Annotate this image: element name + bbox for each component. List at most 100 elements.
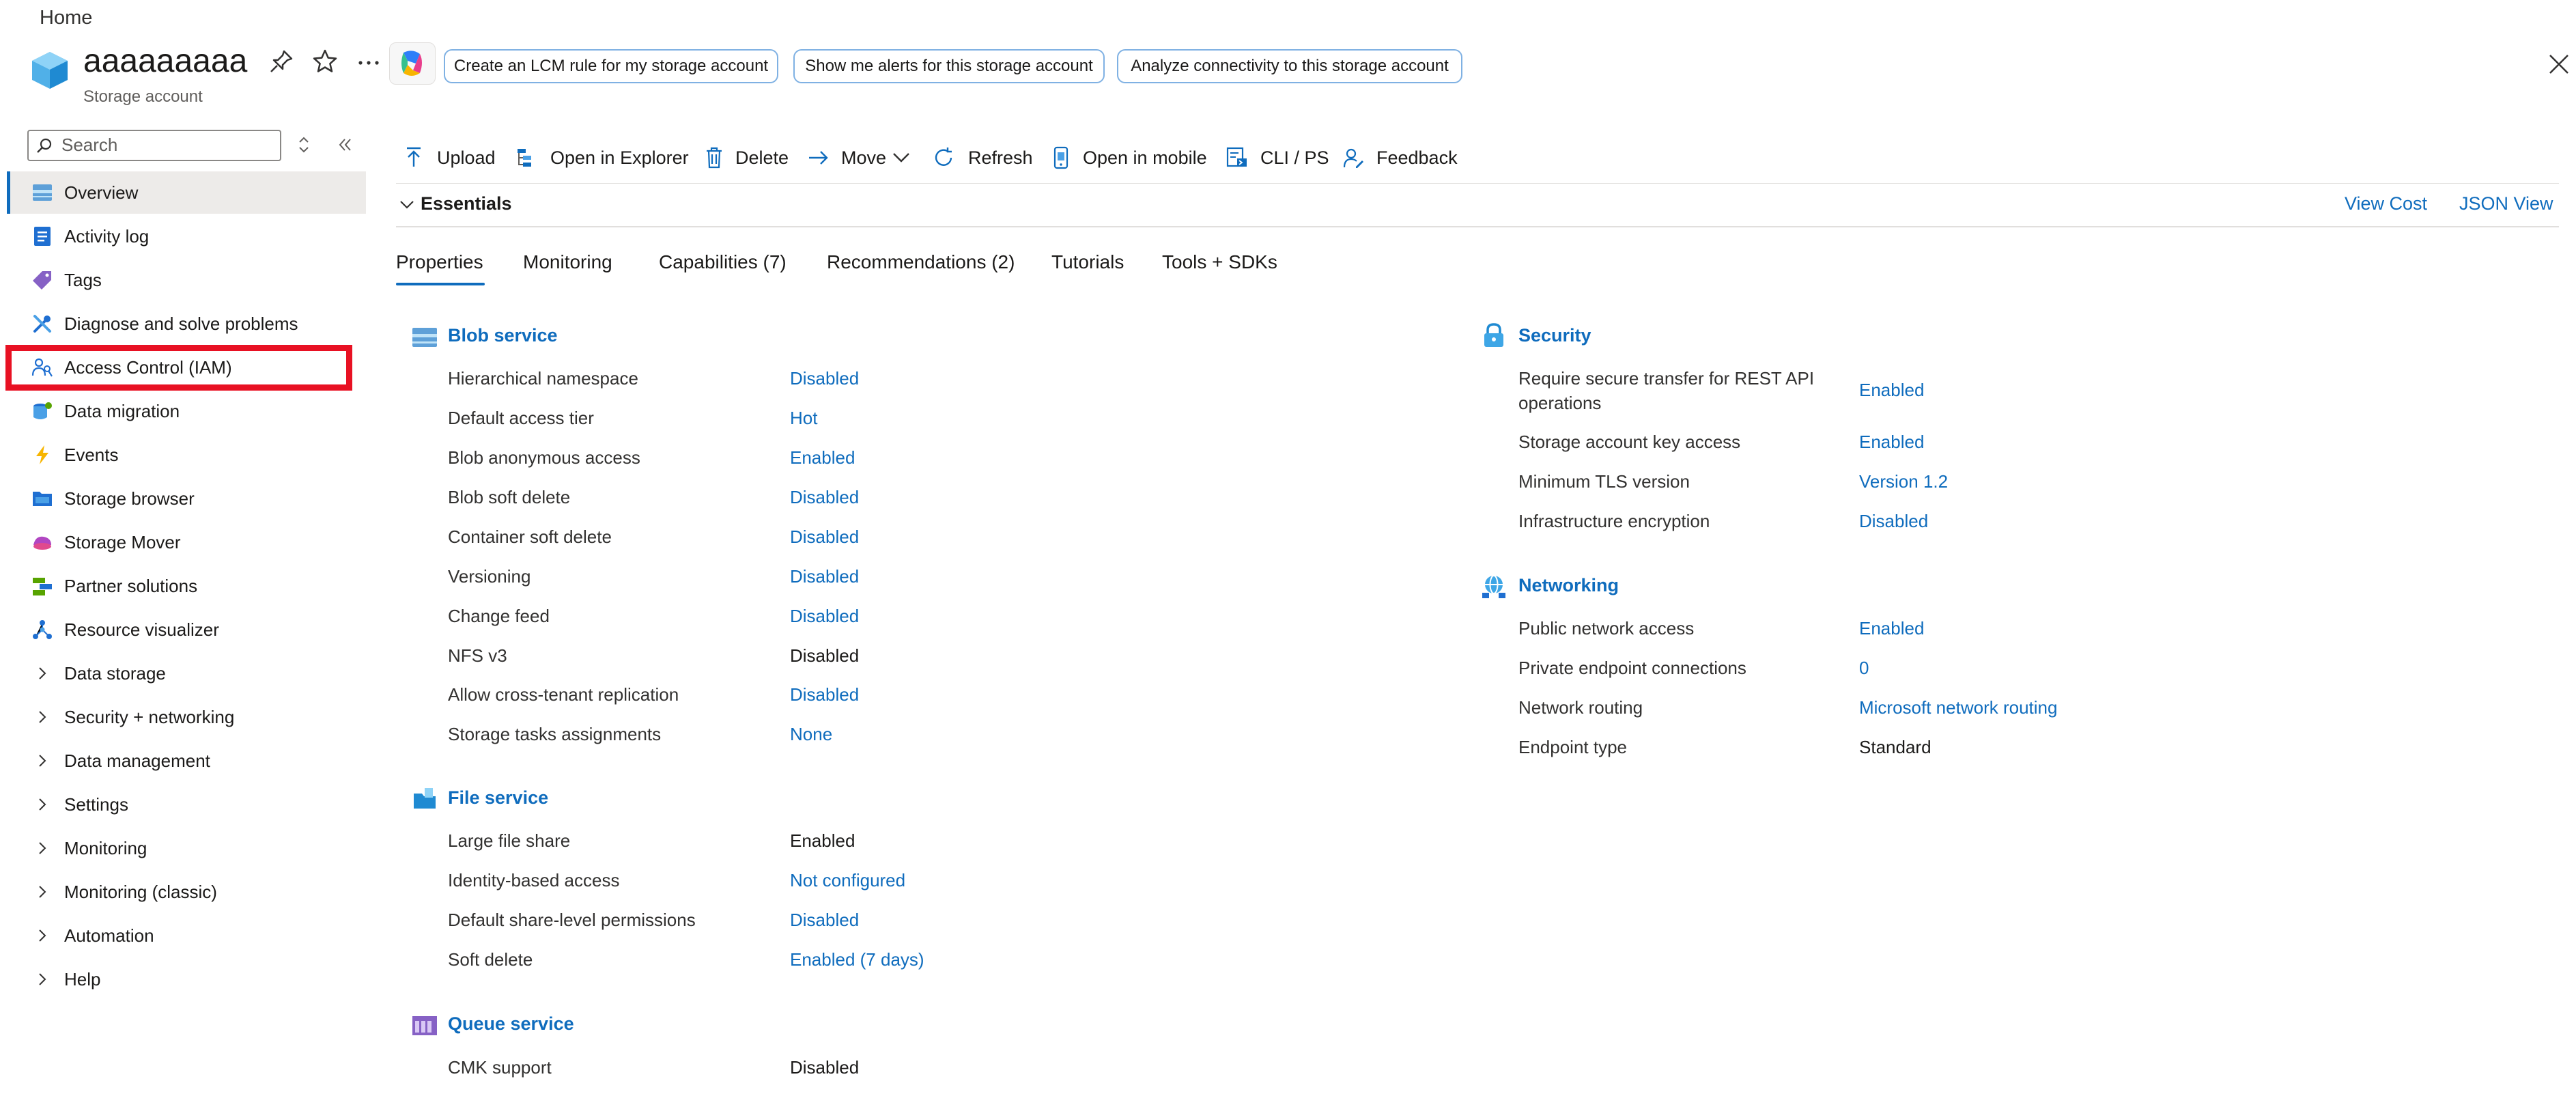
sidebar-item-label: Resource visualizer	[64, 619, 219, 640]
default-access-tier-value[interactable]: Hot	[790, 408, 817, 429]
network-routing-label: Network routing	[1518, 697, 1643, 718]
tag-icon	[33, 271, 51, 290]
tab-monitoring[interactable]: Monitoring	[523, 251, 612, 273]
sidebar-group-security-networking[interactable]: Security + networking	[7, 696, 366, 738]
infrastructure-encryption-value[interactable]: Disabled	[1859, 511, 1928, 532]
partner-icon	[33, 578, 52, 595]
private-endpoint-label: Private endpoint connections	[1518, 658, 1746, 678]
expand-collapse-icon[interactable]	[294, 135, 314, 155]
storage-tasks-assignments-value[interactable]: None	[790, 724, 832, 745]
refresh-button[interactable]: Refresh	[933, 145, 1035, 172]
networking-title[interactable]: Networking	[1518, 575, 1619, 596]
more-options-icon[interactable]	[355, 48, 382, 75]
public-network-access-value[interactable]: Enabled	[1859, 618, 1924, 639]
open-in-mobile-button[interactable]: Open in mobile	[1050, 145, 1214, 172]
star-icon[interactable]	[311, 48, 339, 75]
refresh-icon	[935, 148, 952, 166]
network-routing-value[interactable]: Microsoft network routing	[1859, 697, 2057, 718]
collapse-sidebar-icon[interactable]	[335, 135, 355, 155]
networking-globe-icon	[1482, 575, 1505, 598]
queue-service-title[interactable]: Queue service	[448, 1013, 574, 1035]
public-network-access-label: Public network access	[1518, 618, 1695, 639]
cmk-support-label: CMK support	[448, 1057, 552, 1078]
chevron-right-icon	[39, 798, 46, 811]
essentials-toggle[interactable]: Essentials	[421, 193, 512, 214]
sidebar-group-monitoring[interactable]: Monitoring	[7, 827, 366, 869]
feedback-button[interactable]: Feedback	[1342, 145, 1458, 172]
large-file-share-label: Large file share	[448, 830, 571, 851]
hierarchical-namespace-value[interactable]: Disabled	[790, 368, 859, 389]
queue-service-icon	[412, 1016, 437, 1035]
chevron-right-icon	[39, 929, 46, 942]
delete-button[interactable]: Delete	[703, 145, 792, 172]
storage-mover-icon	[33, 536, 51, 550]
storage-key-access-value[interactable]: Enabled	[1859, 432, 1924, 453]
tab-tutorials[interactable]: Tutorials	[1051, 251, 1124, 273]
copilot-button[interactable]	[389, 42, 436, 85]
sidebar-item-events[interactable]: Events	[7, 434, 366, 476]
change-feed-value[interactable]: Disabled	[790, 606, 859, 627]
identity-based-access-value[interactable]: Not configured	[790, 870, 905, 891]
sidebar-group-help[interactable]: Help	[7, 958, 366, 1000]
sidebar-group-monitoring-classic[interactable]: Monitoring (classic)	[7, 871, 366, 913]
sidebar-item-label: Overview	[64, 182, 139, 203]
blob-soft-delete-value[interactable]: Disabled	[790, 487, 859, 508]
upload-icon	[407, 147, 421, 167]
suggestion-analyze-connectivity[interactable]: Analyze connectivity to this storage acc…	[1117, 49, 1462, 83]
blob-anonymous-access-label: Blob anonymous access	[448, 447, 640, 468]
suggestion-lcm-rule[interactable]: Create an LCM rule for my storage accoun…	[444, 49, 778, 83]
search-icon	[37, 138, 52, 153]
blob-anonymous-access-value[interactable]: Enabled	[790, 447, 855, 468]
file-soft-delete-value[interactable]: Enabled (7 days)	[790, 949, 924, 970]
chevron-down-icon[interactable]	[399, 197, 415, 213]
cross-tenant-replication-value[interactable]: Disabled	[790, 684, 859, 705]
json-view-link[interactable]: JSON View	[2459, 193, 2553, 214]
sidebar-item-overview[interactable]: Overview	[7, 171, 366, 214]
sidebar-item-storage-browser[interactable]: Storage browser	[7, 477, 366, 520]
tab-capabilities[interactable]: Capabilities (7)	[659, 251, 787, 273]
tab-recommendations[interactable]: Recommendations (2)	[827, 251, 1015, 273]
secure-transfer-value[interactable]: Enabled	[1859, 380, 1924, 401]
sidebar-item-partner-solutions[interactable]: Partner solutions	[7, 565, 366, 607]
suggestion-show-alerts[interactable]: Show me alerts for this storage account	[793, 49, 1105, 83]
sidebar-group-data-management[interactable]: Data management	[7, 740, 366, 782]
breadcrumb-home[interactable]: Home	[40, 7, 92, 29]
private-endpoint-value[interactable]: 0	[1859, 658, 1869, 679]
upload-button[interactable]: Upload	[403, 145, 498, 172]
open-in-explorer-button[interactable]: Open in Explorer	[516, 145, 689, 172]
security-lock-icon	[1484, 323, 1503, 347]
sidebar-item-activity-log[interactable]: Activity log	[7, 215, 366, 257]
blob-service-title[interactable]: Blob service	[448, 325, 558, 346]
chevron-right-icon	[39, 886, 46, 898]
container-soft-delete-value[interactable]: Disabled	[790, 527, 859, 548]
feedback-icon	[1343, 148, 1363, 168]
sidebar-item-data-migration[interactable]: Data migration	[7, 390, 366, 432]
sidebar-item-storage-mover[interactable]: Storage Mover	[7, 521, 366, 563]
sidebar-item-diagnose[interactable]: Diagnose and solve problems	[7, 303, 366, 345]
storage-key-access-label: Storage account key access	[1518, 432, 1741, 452]
file-service-title[interactable]: File service	[448, 787, 548, 809]
minimum-tls-value[interactable]: Version 1.2	[1859, 471, 1948, 492]
sidebar-item-label: Storage Mover	[64, 532, 181, 552]
pin-icon[interactable]	[268, 48, 295, 75]
sidebar-group-automation[interactable]: Automation	[7, 914, 366, 957]
view-cost-link[interactable]: View Cost	[2345, 193, 2427, 214]
security-title[interactable]: Security	[1518, 325, 1591, 346]
sidebar-group-settings[interactable]: Settings	[7, 783, 366, 826]
sidebar-item-label: Data management	[64, 751, 210, 771]
close-icon[interactable]	[2547, 52, 2571, 76]
nfs-v3-value: Disabled	[790, 645, 860, 666]
tab-tools-sdks[interactable]: Tools + SDKs	[1162, 251, 1277, 273]
sidebar-group-data-storage[interactable]: Data storage	[7, 652, 366, 695]
default-share-permissions-value[interactable]: Disabled	[790, 910, 859, 931]
default-share-permissions-label: Default share-level permissions	[448, 910, 696, 930]
move-button[interactable]: Move	[807, 145, 916, 172]
sidebar-item-resource-visualizer[interactable]: Resource visualizer	[7, 608, 366, 651]
tab-properties[interactable]: Properties	[396, 251, 483, 273]
sidebar-item-label: Automation	[64, 925, 154, 946]
sidebar-item-tags[interactable]: Tags	[7, 259, 366, 301]
versioning-value[interactable]: Disabled	[790, 566, 859, 587]
sidebar-item-label: Security + networking	[64, 707, 235, 727]
secure-transfer-label: Require secure transfer for REST API	[1518, 368, 1815, 389]
cli-ps-button[interactable]: CLI / PS	[1226, 145, 1342, 172]
